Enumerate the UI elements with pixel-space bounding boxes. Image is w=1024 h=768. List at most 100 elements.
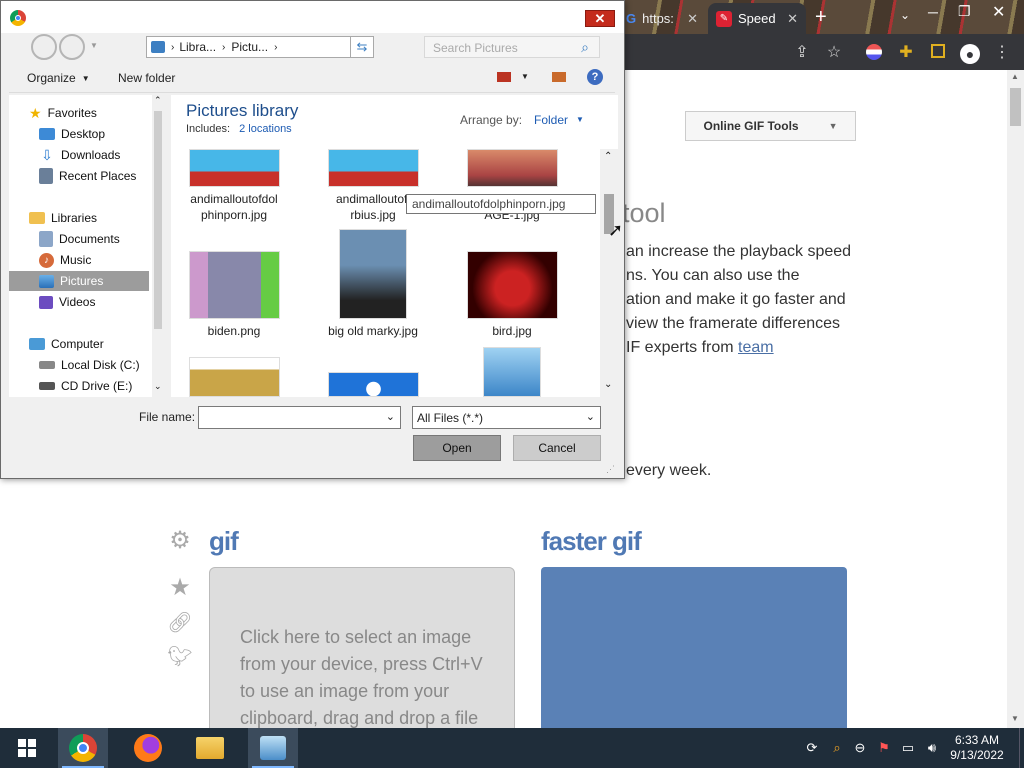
- file-thumbnail[interactable]: [189, 251, 280, 319]
- start-button[interactable]: [2, 728, 52, 768]
- nav-scrollbar[interactable]: ⌃ ⌄: [152, 95, 164, 397]
- scroll-down-arrow-icon[interactable]: ▼: [1011, 714, 1019, 723]
- scroll-up-arrow-icon[interactable]: ⌃: [154, 95, 162, 106]
- file-name[interactable]: bird.jpg: [457, 323, 567, 339]
- file-thumbnail[interactable]: [467, 149, 558, 187]
- page-scrollbar-thumb[interactable]: [1010, 88, 1021, 126]
- search-icon: ⌕: [581, 39, 589, 55]
- close-window-icon[interactable]: ✕: [992, 2, 1005, 22]
- tray-network-app-icon[interactable]: ⟳: [804, 740, 820, 756]
- organize-button[interactable]: Organize ▼: [27, 71, 90, 85]
- taskbar-file-explorer[interactable]: [185, 728, 235, 768]
- new-folder-button[interactable]: New folder: [118, 71, 175, 85]
- chevron-right-icon: ›: [222, 41, 226, 53]
- file-name[interactable]: andimalloutofdol phinporn.jpg: [179, 191, 289, 223]
- file-name-field[interactable]: ⌄: [198, 406, 401, 429]
- new-tab-button[interactable]: +: [815, 6, 827, 29]
- back-button[interactable]: [31, 34, 57, 60]
- page-scrollbar[interactable]: ▲ ▼: [1007, 70, 1024, 728]
- resize-grip-icon[interactable]: ⋰: [606, 464, 615, 475]
- online-gif-tools-dropdown[interactable]: Online GIF Tools ▼: [685, 111, 856, 141]
- tray-minus-icon[interactable]: ⊖: [852, 740, 868, 756]
- image-dropzone[interactable]: Click here to select an image from your …: [209, 567, 515, 728]
- dialog-close-button[interactable]: ✕: [585, 10, 615, 27]
- cancel-button[interactable]: Cancel: [513, 435, 601, 461]
- team-link[interactable]: team: [738, 339, 774, 356]
- file-thumbnail[interactable]: [483, 347, 541, 397]
- scroll-down-arrow-icon[interactable]: ⌄: [604, 379, 612, 390]
- recent-locations-icon[interactable]: ▼: [90, 41, 98, 50]
- control-panel-icon: [260, 736, 286, 760]
- address-bar[interactable]: › Libra... › Pictu... › ▼: [146, 36, 373, 58]
- intro-line: IF experts from: [626, 339, 734, 356]
- file-name[interactable]: big old marky.jpg: [318, 323, 428, 339]
- bookmark-star-icon[interactable]: ☆: [825, 44, 843, 62]
- scroll-down-arrow-icon[interactable]: ⌄: [154, 381, 162, 392]
- locations-link[interactable]: 2 locations: [239, 123, 292, 135]
- open-button[interactable]: Open: [413, 435, 501, 461]
- settings-gear-icon[interactable]: ⚙: [166, 527, 194, 555]
- file-name-line: andimalloutofdol: [190, 192, 278, 206]
- address-part[interactable]: Libra...: [179, 40, 216, 54]
- address-part[interactable]: Pictu...: [231, 40, 268, 54]
- clock-date: 9/13/2022: [950, 748, 1004, 762]
- nav-computer[interactable]: Computer: [29, 334, 169, 354]
- extension-flag-icon[interactable]: [865, 44, 883, 62]
- restore-icon[interactable]: ❐: [958, 3, 971, 20]
- refresh-icon[interactable]: ⇆: [350, 36, 374, 58]
- tray-volume-icon[interactable]: 🔊︎: [924, 740, 940, 756]
- desktop-icon: [39, 128, 55, 140]
- taskbar-clock[interactable]: 6:33 AM 9/13/2022: [947, 733, 1007, 763]
- close-tab-icon[interactable]: ✕: [687, 11, 698, 27]
- file-list-scrollbar[interactable]: ⌃ ⌄: [600, 149, 618, 397]
- tray-network-icon[interactable]: ▭: [900, 740, 916, 756]
- file-thumbnail[interactable]: [467, 251, 558, 319]
- profile-avatar[interactable]: ●: [960, 44, 980, 64]
- preview-pane-icon[interactable]: [552, 72, 566, 82]
- minimize-icon[interactable]: ─: [928, 4, 938, 20]
- pictures-icon: [39, 274, 54, 288]
- nav-scrollbar-thumb[interactable]: [154, 111, 162, 329]
- documents-icon: [39, 231, 53, 247]
- file-thumbnail[interactable]: [328, 149, 419, 187]
- sidebar-icon[interactable]: [929, 44, 947, 62]
- tab-speed[interactable]: ✎ Speed ✕: [708, 3, 806, 34]
- tray-search-icon[interactable]: ⌕: [829, 740, 845, 756]
- scroll-up-arrow-icon[interactable]: ▲: [1011, 72, 1019, 81]
- file-thumbnail[interactable]: [189, 357, 280, 397]
- menu-kebab-icon[interactable]: ⋮: [993, 44, 1011, 62]
- close-tab-icon[interactable]: ✕: [787, 11, 798, 27]
- command-bar: Organize ▼ New folder ▼ ?: [9, 66, 615, 93]
- cd-drive-icon: [39, 382, 55, 390]
- nav-libraries[interactable]: Libraries: [29, 208, 169, 228]
- file-thumbnail[interactable]: [328, 372, 419, 397]
- file-type-select[interactable]: All Files (*.*) ⌄: [412, 406, 601, 429]
- nav-label: Videos: [59, 295, 96, 309]
- search-input[interactable]: Search Pictures ⌕: [424, 36, 600, 58]
- extensions-puzzle-icon[interactable]: ✚: [897, 44, 915, 62]
- taskbar-control-panel[interactable]: [248, 728, 298, 768]
- star-icon[interactable]: ★: [166, 574, 194, 602]
- view-options-icon[interactable]: [497, 72, 511, 82]
- share-icon[interactable]: ⇪: [793, 44, 811, 62]
- tab-https[interactable]: G https: ✕: [618, 3, 706, 34]
- chevron-down-icon[interactable]: ⌄: [386, 410, 395, 423]
- show-desktop-button[interactable]: [1019, 728, 1024, 768]
- link-icon[interactable]: 🔗︎: [166, 609, 194, 637]
- tab-search-icon[interactable]: ⌄: [900, 8, 910, 22]
- arrange-by-dropdown[interactable]: Folder ▼: [534, 113, 584, 127]
- nav-favorites[interactable]: ★ Favorites: [29, 103, 169, 123]
- forward-button[interactable]: [59, 34, 85, 60]
- file-thumbnail[interactable]: [189, 149, 280, 187]
- help-icon[interactable]: ?: [587, 69, 603, 85]
- nav-pictures[interactable]: Pictures: [9, 271, 149, 291]
- taskbar-chrome[interactable]: [58, 728, 108, 768]
- open-file-dialog: ✕ ▼ › Libra... › Pictu... › ▼ ⇆ Search P…: [0, 0, 625, 479]
- caret-down-icon[interactable]: ▼: [521, 72, 529, 81]
- file-name[interactable]: biden.png: [179, 323, 289, 339]
- file-thumbnail[interactable]: [339, 229, 407, 319]
- taskbar-firefox[interactable]: [123, 728, 173, 768]
- twitter-icon[interactable]: 🐦︎: [166, 643, 194, 671]
- tray-flag-icon[interactable]: ⚑: [876, 740, 892, 756]
- scroll-up-arrow-icon[interactable]: ⌃: [604, 151, 612, 162]
